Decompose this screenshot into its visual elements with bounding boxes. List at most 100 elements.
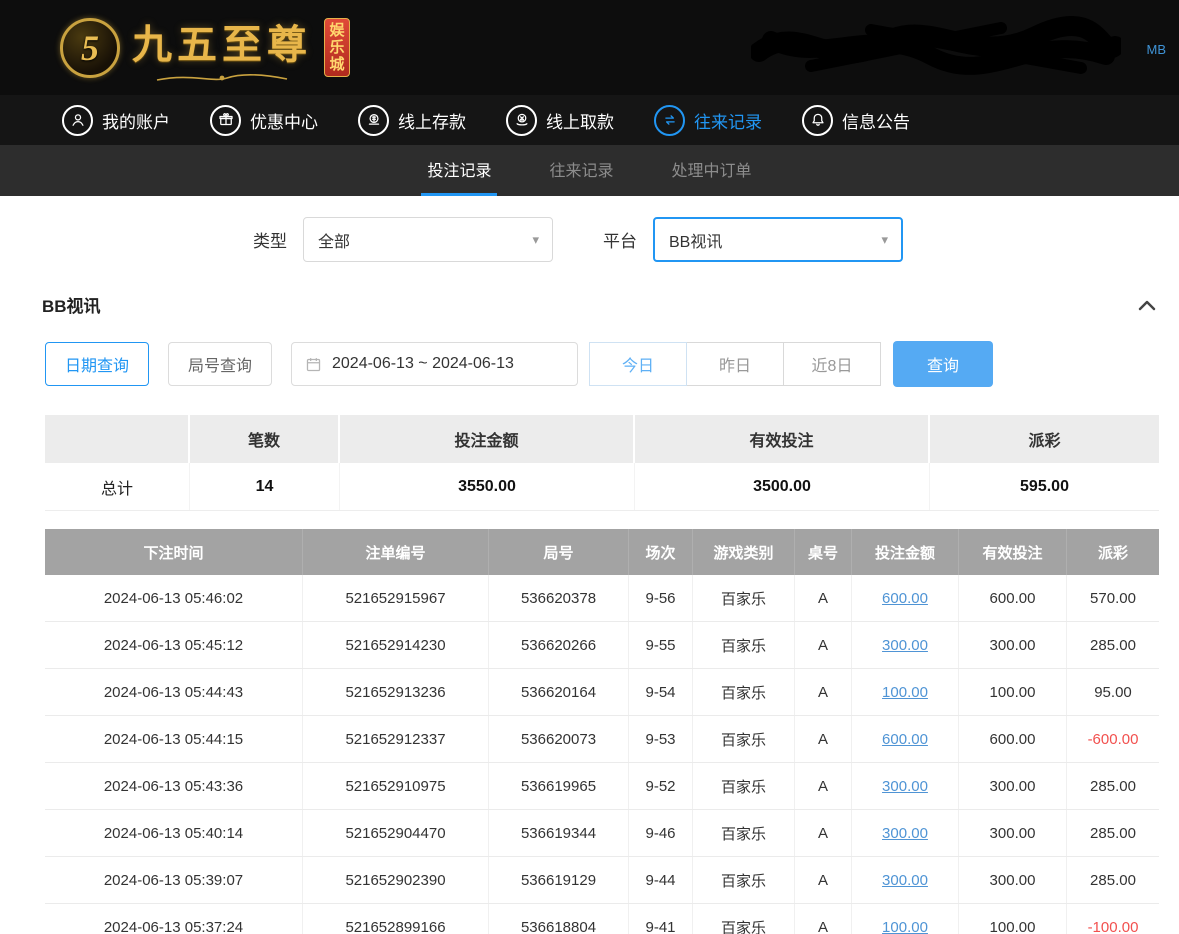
cell-round-id: 536620073 — [489, 716, 629, 762]
summary-header-valid: 有效投注 — [635, 415, 930, 463]
cell-bet-amount: 300.00 — [852, 857, 959, 903]
bet-amount-link[interactable]: 300.00 — [882, 872, 928, 889]
col-session: 场次 — [629, 529, 693, 575]
nav-label: 往来记录 — [694, 108, 762, 133]
cell-payout: 285.00 — [1067, 763, 1159, 809]
cell-bet-time: 2024-06-13 05:43:36 — [45, 763, 303, 809]
bet-amount-link[interactable]: 100.00 — [882, 684, 928, 701]
cell-payout: -600.00 — [1067, 716, 1159, 762]
cell-valid-bet: 600.00 — [959, 575, 1067, 621]
cell-round-id: 536620164 — [489, 669, 629, 715]
round-query-button[interactable]: 局号查询 — [168, 342, 272, 386]
nav-label: 线上存款 — [398, 108, 466, 133]
cell-game-type: 百家乐 — [693, 904, 795, 934]
platform-label: 平台 — [603, 227, 637, 252]
table-row: 2024-06-13 05:44:43 521652913236 5366201… — [45, 669, 1159, 716]
col-valid-bet: 有效投注 — [959, 529, 1067, 575]
cell-valid-bet: 300.00 — [959, 810, 1067, 856]
nav-item-records[interactable]: 往来记录 — [654, 105, 762, 136]
table-row: 2024-06-13 05:45:12 521652914230 5366202… — [45, 622, 1159, 669]
cell-valid-bet: 300.00 — [959, 857, 1067, 903]
cell-round-id: 536618804 — [489, 904, 629, 934]
col-payout: 派彩 — [1067, 529, 1159, 575]
cell-valid-bet: 300.00 — [959, 622, 1067, 668]
cell-table-no: A — [795, 810, 852, 856]
cell-order-id: 521652904470 — [303, 810, 489, 856]
search-button[interactable]: 查询 — [893, 341, 993, 387]
quick-date-group: 今日 昨日 近8日 — [590, 342, 881, 386]
summary-table: 笔数 投注金额 有效投注 派彩 总计 14 3550.00 3500.00 59… — [45, 415, 1159, 511]
nav-item-announcements[interactable]: 信息公告 — [802, 105, 910, 136]
nav-item-deposit[interactable]: 线上存款 — [358, 105, 466, 136]
platform-select[interactable]: BB视讯 ▾ — [653, 217, 903, 262]
bets-table: 下注时间 注单编号 局号 场次 游戏类别 桌号 投注金额 有效投注 派彩 202… — [45, 529, 1159, 934]
last-8-days-button[interactable]: 近8日 — [783, 342, 881, 386]
bets-table-header: 下注时间 注单编号 局号 场次 游戏类别 桌号 投注金额 有效投注 派彩 — [45, 529, 1159, 575]
type-label: 类型 — [253, 227, 287, 252]
bet-amount-link[interactable]: 100.00 — [882, 919, 928, 934]
summary-total-label: 总计 — [45, 463, 190, 510]
cell-bet-amount: 100.00 — [852, 669, 959, 715]
cell-payout: 570.00 — [1067, 575, 1159, 621]
cell-bet-time: 2024-06-13 05:44:43 — [45, 669, 303, 715]
cell-round-id: 536619965 — [489, 763, 629, 809]
tab-transaction-records[interactable]: 往来记录 — [543, 145, 619, 196]
cell-order-id: 521652902390 — [303, 857, 489, 903]
site-logo[interactable]: 5 九五至尊 娱乐城 — [60, 12, 350, 84]
date-query-button[interactable]: 日期查询 — [45, 342, 149, 386]
cell-session: 9-53 — [629, 716, 693, 762]
summary-bet-value: 3550.00 — [340, 463, 635, 510]
bet-amount-link[interactable]: 300.00 — [882, 778, 928, 795]
logo-emblem-icon: 5 — [60, 18, 120, 78]
cell-bet-amount: 300.00 — [852, 763, 959, 809]
table-body: 2024-06-13 05:46:02 521652915967 5366203… — [45, 575, 1159, 934]
table-row: 2024-06-13 05:46:02 521652915967 5366203… — [45, 575, 1159, 622]
type-select[interactable]: 全部 ▾ — [303, 217, 553, 262]
currency-label: MB — [1147, 42, 1167, 57]
cell-game-type: 百家乐 — [693, 716, 795, 762]
table-row: 2024-06-13 05:43:36 521652910975 5366199… — [45, 763, 1159, 810]
nav-item-my-account[interactable]: 我的账户 — [62, 105, 170, 136]
cell-payout: 285.00 — [1067, 810, 1159, 856]
tab-pending-orders[interactable]: 处理中订单 — [666, 145, 758, 196]
table-row: 2024-06-13 05:44:15 521652912337 5366200… — [45, 716, 1159, 763]
cell-game-type: 百家乐 — [693, 810, 795, 856]
summary-valid-value: 3500.00 — [635, 463, 930, 510]
logo-number: 5 — [81, 27, 99, 69]
cell-bet-amount: 600.00 — [852, 716, 959, 762]
col-bet-amount: 投注金额 — [852, 529, 959, 575]
chevron-up-icon[interactable] — [1137, 298, 1157, 312]
filter-row: 类型 全部 ▾ 平台 BB视讯 ▾ — [253, 217, 1179, 262]
bet-amount-link[interactable]: 300.00 — [882, 825, 928, 842]
cell-game-type: 百家乐 — [693, 857, 795, 903]
tab-bet-records[interactable]: 投注记录 — [421, 145, 497, 196]
user-icon — [62, 105, 93, 136]
col-table-no: 桌号 — [795, 529, 852, 575]
nav-item-withdraw[interactable]: 线上取款 — [506, 105, 614, 136]
bet-amount-link[interactable]: 600.00 — [882, 590, 928, 607]
col-round-id: 局号 — [489, 529, 629, 575]
bet-amount-link[interactable]: 300.00 — [882, 637, 928, 654]
bell-icon — [802, 105, 833, 136]
nav-item-promotions[interactable]: 优惠中心 — [210, 105, 318, 136]
cell-bet-amount: 100.00 — [852, 904, 959, 934]
col-bet-time: 下注时间 — [45, 529, 303, 575]
cell-valid-bet: 100.00 — [959, 904, 1067, 934]
cell-game-type: 百家乐 — [693, 622, 795, 668]
cell-order-id: 521652914230 — [303, 622, 489, 668]
summary-payout-value: 595.00 — [930, 463, 1159, 510]
cell-payout: -100.00 — [1067, 904, 1159, 934]
cell-payout: 285.00 — [1067, 857, 1159, 903]
summary-header-bet: 投注金额 — [340, 415, 635, 463]
cell-table-no: A — [795, 716, 852, 762]
cell-bet-amount: 300.00 — [852, 810, 959, 856]
bet-amount-link[interactable]: 600.00 — [882, 731, 928, 748]
summary-header-count: 笔数 — [190, 415, 340, 463]
summary-count-value: 14 — [190, 463, 340, 510]
today-button[interactable]: 今日 — [589, 342, 687, 386]
top-header: 5 九五至尊 娱乐城 MB — [0, 0, 1179, 95]
yesterday-button[interactable]: 昨日 — [686, 342, 784, 386]
summary-header-row: 笔数 投注金额 有效投注 派彩 — [45, 415, 1159, 463]
logo-title: 九五至尊 — [132, 12, 312, 70]
date-range-input[interactable]: 2024-06-13 ~ 2024-06-13 — [291, 342, 578, 386]
